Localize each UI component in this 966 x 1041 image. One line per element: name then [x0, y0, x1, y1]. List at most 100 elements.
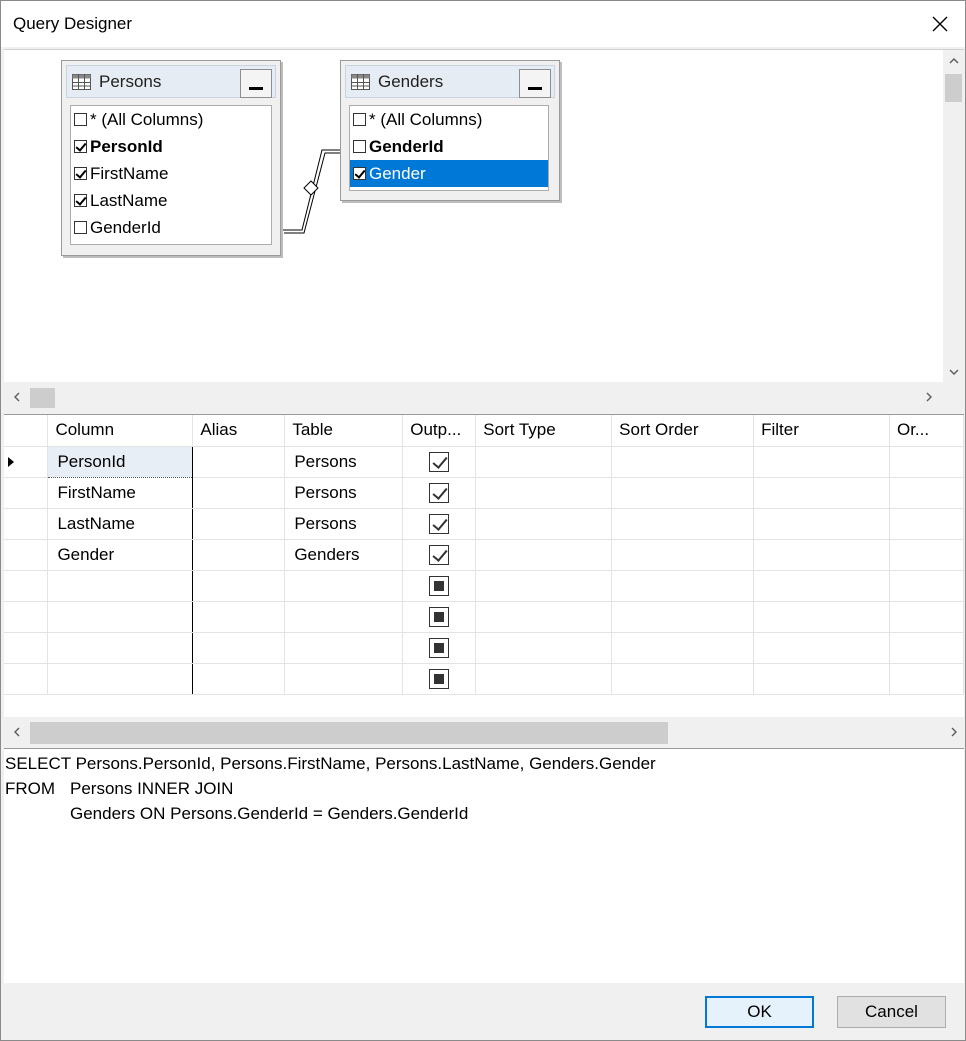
column-list-persons[interactable]: * (All Columns) PersonId FirstName LastN… — [70, 105, 272, 245]
output-checkbox[interactable] — [429, 451, 450, 472]
grid-header-sort-type[interactable]: Sort Type — [475, 415, 613, 447]
table-row[interactable] — [4, 632, 964, 664]
alias-cell[interactable] — [192, 446, 286, 478]
diagram-vertical-scrollbar[interactable] — [943, 50, 964, 383]
filter-cell[interactable] — [753, 601, 890, 633]
sort-type-cell[interactable] — [475, 508, 613, 540]
output-checkbox[interactable] — [429, 668, 450, 689]
output-cell[interactable] — [402, 570, 477, 602]
close-button[interactable] — [923, 8, 957, 40]
scroll-up-button[interactable] — [943, 50, 964, 72]
or-cell[interactable] — [889, 632, 964, 664]
column-item-firstname[interactable]: FirstName — [71, 160, 271, 187]
column-cell[interactable]: FirstName — [47, 477, 194, 509]
column-checkbox[interactable] — [74, 167, 87, 180]
sort-order-cell[interactable] — [611, 446, 755, 478]
sort-type-cell[interactable] — [475, 570, 613, 602]
output-cell[interactable] — [402, 446, 477, 478]
minimize-button[interactable] — [240, 69, 272, 98]
or-cell[interactable] — [889, 539, 964, 571]
table-row[interactable] — [4, 601, 964, 633]
column-cell[interactable]: PersonId — [47, 445, 194, 478]
row-header[interactable] — [4, 601, 49, 633]
table-header-persons[interactable]: Persons — [66, 65, 276, 98]
grid-header-filter[interactable]: Filter — [753, 415, 890, 447]
grid-header-alias[interactable]: Alias — [192, 415, 286, 447]
sort-type-cell[interactable] — [475, 632, 613, 664]
grid-header-or[interactable]: Or... — [889, 415, 964, 447]
output-cell[interactable] — [402, 632, 477, 664]
column-cell[interactable] — [47, 570, 194, 602]
output-cell[interactable] — [402, 663, 477, 695]
sort-order-cell[interactable] — [611, 539, 755, 571]
column-cell[interactable] — [47, 601, 194, 633]
column-item-gender[interactable]: Gender — [350, 160, 548, 187]
column-cell[interactable]: Gender — [47, 539, 194, 571]
sort-type-cell[interactable] — [475, 601, 613, 633]
table-cell[interactable] — [284, 632, 404, 664]
sort-type-cell[interactable] — [475, 539, 613, 571]
diagram-horizontal-scrollbar[interactable] — [4, 382, 964, 412]
column-list-genders[interactable]: * (All Columns) GenderId Gender — [349, 105, 549, 191]
or-cell[interactable] — [889, 477, 964, 509]
column-checkbox[interactable] — [353, 167, 366, 180]
output-cell[interactable] — [402, 508, 477, 540]
or-cell[interactable] — [889, 446, 964, 478]
row-header[interactable] — [4, 477, 49, 509]
alias-cell[interactable] — [192, 663, 286, 695]
column-checkbox[interactable] — [353, 113, 366, 126]
column-checkbox[interactable] — [74, 113, 87, 126]
sort-type-cell[interactable] — [475, 446, 613, 478]
alias-cell[interactable] — [192, 508, 286, 540]
filter-cell[interactable] — [753, 508, 890, 540]
alias-cell[interactable] — [192, 601, 286, 633]
alias-cell[interactable] — [192, 632, 286, 664]
table-row[interactable]: LastName Persons — [4, 508, 964, 540]
output-checkbox[interactable] — [429, 575, 450, 596]
sort-type-cell[interactable] — [475, 663, 613, 695]
row-header[interactable] — [4, 632, 49, 664]
table-cell[interactable]: Persons — [284, 446, 404, 478]
column-item-genderid[interactable]: GenderId — [350, 133, 548, 160]
output-cell[interactable] — [402, 601, 477, 633]
table-row[interactable]: PersonId Persons — [4, 445, 964, 478]
output-checkbox[interactable] — [429, 606, 450, 627]
sort-type-cell[interactable] — [475, 477, 613, 509]
alias-cell[interactable] — [192, 477, 286, 509]
grid-header-output[interactable]: Outp... — [402, 415, 477, 447]
column-cell[interactable]: LastName — [47, 508, 194, 540]
scroll-left-button[interactable] — [6, 386, 27, 408]
table-cell[interactable]: Persons — [284, 477, 404, 509]
output-checkbox[interactable] — [429, 544, 450, 565]
table-cell[interactable]: Genders — [284, 539, 404, 571]
sort-order-cell[interactable] — [611, 632, 755, 664]
alias-cell[interactable] — [192, 570, 286, 602]
output-cell[interactable] — [402, 477, 477, 509]
column-cell[interactable] — [47, 663, 194, 695]
table-cell[interactable] — [284, 570, 404, 602]
column-checkbox[interactable] — [74, 221, 87, 234]
grid-horizontal-scrollbar[interactable] — [4, 717, 964, 747]
sort-order-cell[interactable] — [611, 570, 755, 602]
scroll-thumb[interactable] — [30, 722, 668, 744]
table-cell[interactable] — [284, 601, 404, 633]
scroll-thumb[interactable] — [945, 74, 962, 102]
scroll-right-button[interactable] — [918, 386, 939, 408]
table-box-persons[interactable]: Persons * (All Columns) PersonId FirstNa… — [61, 60, 281, 256]
column-checkbox[interactable] — [74, 194, 87, 207]
filter-cell[interactable] — [753, 570, 890, 602]
filter-cell[interactable] — [753, 632, 890, 664]
grid-header-sort-order[interactable]: Sort Order — [611, 415, 755, 447]
row-header[interactable] — [4, 663, 49, 695]
cancel-button[interactable]: Cancel — [837, 996, 946, 1028]
output-checkbox[interactable] — [429, 482, 450, 503]
sort-order-cell[interactable] — [611, 601, 755, 633]
column-cell[interactable] — [47, 632, 194, 664]
filter-cell[interactable] — [753, 539, 890, 571]
table-row[interactable] — [4, 663, 964, 695]
scroll-left-button[interactable] — [6, 721, 27, 743]
filter-cell[interactable] — [753, 446, 890, 478]
scroll-right-button[interactable] — [943, 721, 964, 743]
row-header[interactable] — [4, 508, 49, 540]
row-header[interactable] — [4, 570, 49, 602]
